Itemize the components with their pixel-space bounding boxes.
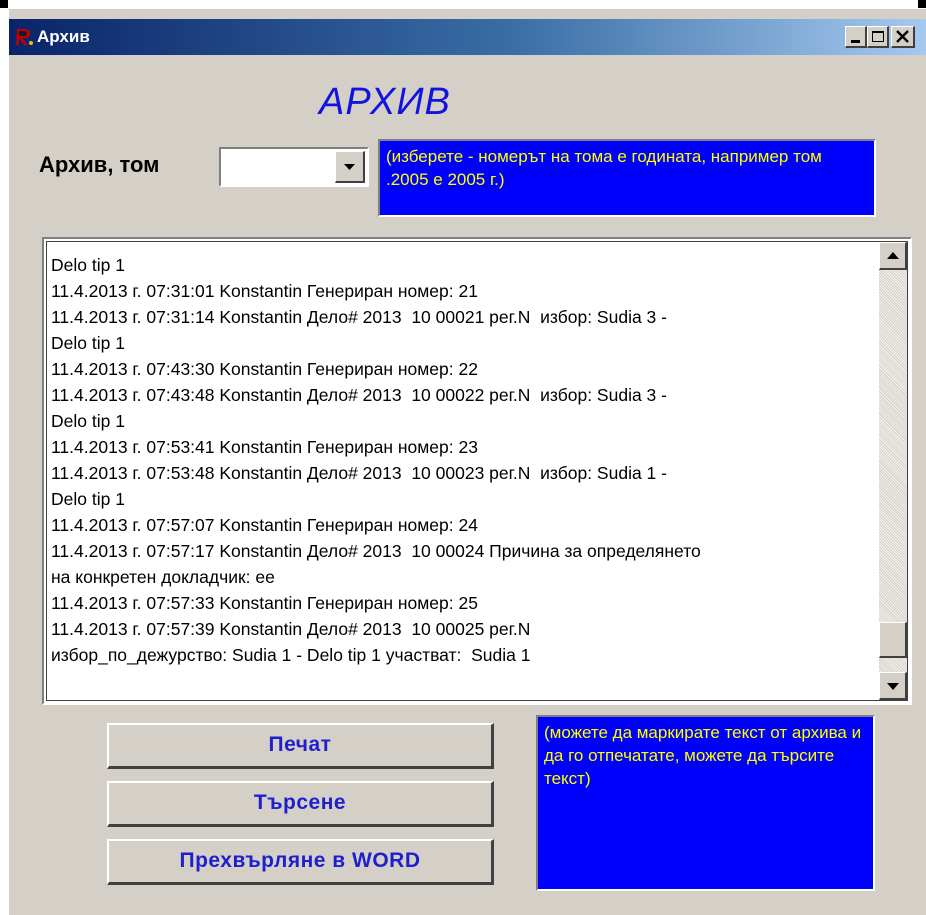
log-line: Delo tip 1 [51,489,125,509]
scroll-up-button[interactable] [879,242,907,270]
log-line: 11.4.2013 г. 07:57:07 Konstantin Генерир… [51,515,478,535]
log-line: 11.4.2013 г. 07:57:17 Konstantin Дело# 2… [51,541,701,561]
minimize-button[interactable] [845,26,867,48]
log-line: избор_по_дежурство: Sudia 1 - Delo tip 1… [51,645,531,665]
log-line: 11.4.2013 г. 07:43:30 Konstantin Генерир… [51,359,478,379]
info-hint-text: (можете да маркирате текст от архива и д… [544,723,862,788]
title-bar[interactable]: Архив [9,19,926,55]
archive-log-text[interactable]: Delo tip 1 11.4.2013 г. 07:31:01 Konstant… [51,252,881,668]
archive-log-textarea[interactable]: Delo tip 1 11.4.2013 г. 07:31:01 Konstant… [42,237,912,705]
scroll-up-arrow-icon [887,252,899,259]
log-line: 11.4.2013 г. 07:53:41 Konstantin Генерир… [51,437,478,457]
maximize-button[interactable] [867,26,889,48]
window-title: Архив [37,27,90,46]
app-logo-icon [14,27,34,47]
dropdown-arrow-icon [344,164,355,170]
volume-dropdown[interactable] [219,147,369,187]
export-to-word-button[interactable]: Прехвърляне в WORD [107,839,494,885]
scroll-down-arrow-icon [887,683,899,690]
log-line: на конкретен докладчик: ее [51,567,275,587]
search-button[interactable]: Търсене [107,781,494,827]
dropdown-button[interactable] [335,151,365,183]
scroll-thumb[interactable] [879,622,907,658]
log-line: Delo tip 1 [51,333,125,353]
screen-top-edge [0,0,926,8]
close-icon [896,30,909,43]
print-button[interactable]: Печат [107,723,494,769]
maximize-icon [872,31,884,42]
volume-hint-text: (изберете - номерът на тома е годината, … [386,147,822,189]
scroll-down-button[interactable] [879,672,907,700]
info-hint-box: (можете да маркирате текст от архива и д… [536,715,875,891]
vertical-scrollbar[interactable] [879,242,907,700]
log-line: 11.4.2013 г. 07:53:48 Konstantin Дело# 2… [51,463,667,483]
volume-hint-box: (изберете - номерът на тома е годината, … [378,139,876,217]
archive-window: Архив АРХИВ Архив, том (изберете - номер… [8,8,926,915]
page-title: АРХИВ [319,81,451,123]
log-line: 11.4.2013 г. 07:57:33 Konstantin Генерир… [51,593,478,613]
log-line: Delo tip 1 [51,255,125,275]
minimize-icon [851,40,860,43]
log-line: 11.4.2013 г. 07:31:01 Konstantin Генерир… [51,281,478,301]
volume-label: Архив, том [39,152,160,177]
close-button[interactable] [891,26,915,48]
log-line: 11.4.2013 г. 07:31:14 Konstantin Дело# 2… [51,307,667,327]
log-line: 11.4.2013 г. 07:57:39 Konstantin Дело# 2… [51,619,531,639]
log-line: 11.4.2013 г. 07:43:48 Konstantin Дело# 2… [51,385,667,405]
log-line: Delo tip 1 [51,411,125,431]
